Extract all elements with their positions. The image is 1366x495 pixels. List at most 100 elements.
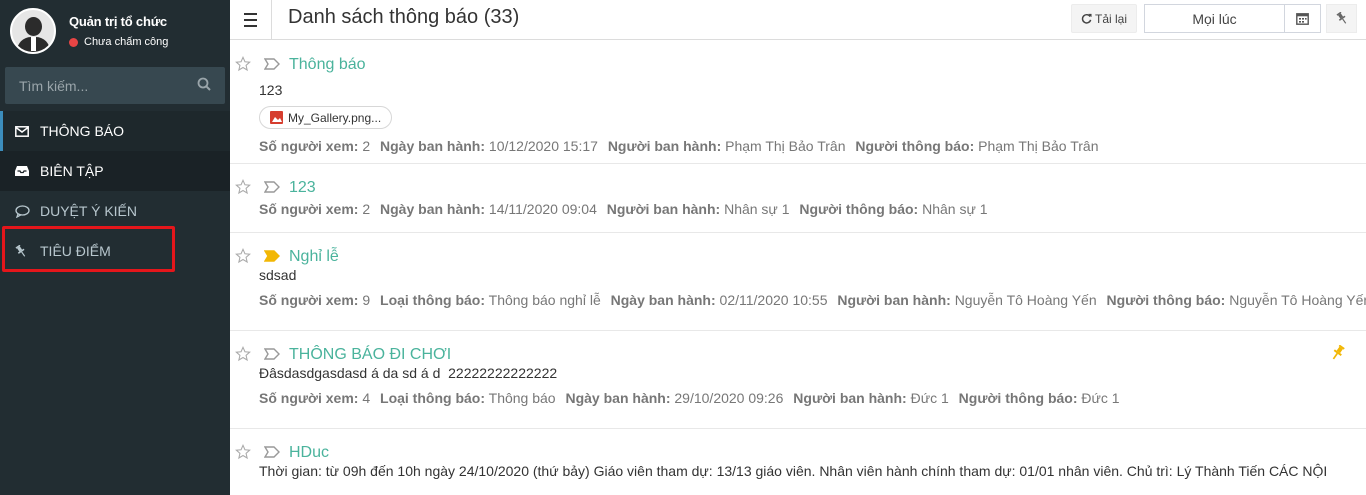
notice-title[interactable]: THÔNG BÁO ĐI CHƠI — [259, 331, 1366, 369]
menu-toggle-button[interactable] — [230, 0, 272, 39]
pinned-icon[interactable] — [1330, 344, 1346, 364]
meta-label: Số người xem: — [259, 292, 359, 308]
meta-label: Người thông báo: — [958, 390, 1078, 406]
notice-title[interactable]: HDuc — [259, 429, 1366, 467]
meta-label: Số người xem: — [259, 390, 359, 406]
meta-label: Số người xem: — [259, 201, 359, 217]
tag-icon[interactable] — [263, 57, 280, 73]
meta-label: Người ban hành: — [793, 390, 907, 406]
meta-notifier: Phạm Thị Bảo Trân — [978, 138, 1099, 154]
sidebar: Quản trị tổ chức Chưa chấm công THÔNG BÁ… — [0, 0, 230, 495]
meta-viewers: 2 — [362, 201, 371, 217]
notice-item[interactable]: 123 Số người xem: 2 Ngày ban hành: 14/11… — [230, 164, 1366, 233]
notice-body: 123 — [259, 82, 283, 98]
profile-status: Chưa chấm công — [69, 36, 168, 48]
meta-label: Người ban hành: — [607, 138, 722, 154]
calendar-icon — [1296, 13, 1309, 25]
reload-button[interactable]: Tải lại — [1071, 4, 1137, 33]
image-file-icon — [270, 111, 283, 124]
tag-icon[interactable] — [263, 180, 280, 196]
inbox-icon — [15, 165, 31, 177]
meta-notifier: Nhân sự 1 — [922, 201, 988, 217]
attachment-name: My_Gallery.png... — [288, 110, 382, 125]
meta-label: Ngày ban hành: — [565, 390, 671, 406]
notice-item[interactable]: Nghỉ lễ sdsad Số người xem: 9 Loại thông… — [230, 233, 1366, 331]
sidebar-item-thong-bao[interactable]: THÔNG BÁO — [0, 111, 230, 151]
notice-body: sdsad — [259, 267, 297, 283]
attachment-chip[interactable]: My_Gallery.png... — [259, 106, 393, 129]
meta-date: 29/10/2020 09:26 — [674, 390, 784, 406]
notice-title[interactable]: Thông báo — [259, 41, 1366, 79]
sidebar-item-label: DUYỆT Ý KIẾN — [40, 203, 137, 219]
search-input[interactable] — [19, 77, 179, 94]
star-icon[interactable] — [235, 56, 251, 75]
meta-label: Người thông báo: — [1106, 292, 1226, 308]
meta-label: Người ban hành: — [837, 292, 951, 308]
tag-icon[interactable] — [263, 249, 280, 265]
pin-button[interactable] — [1326, 4, 1357, 33]
sidebar-item-bien-tap[interactable]: BIÊN TẬP — [0, 151, 230, 191]
meta-viewers: 9 — [362, 292, 371, 308]
meta-label: Loại thông báo: — [380, 292, 485, 308]
search-box — [5, 67, 225, 104]
highlight-box — [2, 226, 175, 272]
calendar-button[interactable] — [1285, 4, 1321, 33]
meta-date: 02/11/2020 10:55 — [719, 292, 828, 308]
meta-label: Loại thông báo: — [380, 390, 485, 406]
star-icon[interactable] — [235, 444, 251, 463]
notice-list: Thông báo 123 My_Gallery.png... Số người… — [230, 41, 1366, 495]
avatar[interactable] — [10, 8, 56, 54]
meta-notifier: Nguyễn Tô Hoàng Yến — [1229, 292, 1366, 308]
notice-meta: Số người xem: 9 Loại thông báo: Thông bá… — [259, 292, 1366, 320]
tag-icon[interactable] — [263, 347, 280, 363]
refresh-icon — [1081, 13, 1092, 24]
notice-item[interactable]: THÔNG BÁO ĐI CHƠI Đâsdasdgasdasd á da sd… — [230, 331, 1366, 429]
envelope-icon — [15, 125, 31, 137]
notice-item[interactable]: Thông báo 123 My_Gallery.png... Số người… — [230, 41, 1366, 164]
meta-label: Người thông báo: — [855, 138, 975, 154]
status-dot-icon — [69, 37, 78, 47]
star-icon[interactable] — [235, 179, 251, 198]
meta-date: 10/12/2020 15:17 — [488, 138, 598, 154]
sidebar-item-label: THÔNG BÁO — [40, 123, 125, 139]
meta-viewers: 2 — [362, 138, 371, 154]
header: Danh sách thông báo (33) Tải lại Mọi lúc — [230, 0, 1366, 40]
meta-notifier: Đức 1 — [1081, 390, 1120, 406]
profile-name: Quản trị tổ chức — [69, 14, 167, 29]
meta-label: Ngày ban hành: — [380, 138, 486, 154]
meta-label: Số người xem: — [259, 138, 359, 154]
notice-item[interactable]: HDuc Thời gian: từ 09h đến 10h ngày 24/1… — [230, 429, 1366, 495]
notice-body: Đâsdasdgasdasd á da sd á d 2222222222222… — [259, 365, 558, 381]
meta-label: Người thông báo: — [799, 201, 919, 217]
meta-issuer: Nhân sự 1 — [724, 201, 790, 217]
meta-viewers: 4 — [362, 390, 371, 406]
meta-date: 14/11/2020 09:04 — [488, 201, 597, 217]
notice-title[interactable]: 123 — [259, 164, 1366, 202]
star-icon[interactable] — [235, 346, 251, 365]
meta-issuer: Đức 1 — [910, 390, 949, 406]
notice-meta: Số người xem: 4 Loại thông báo: Thông bá… — [259, 390, 1366, 418]
notice-title[interactable]: Nghỉ lễ — [259, 233, 1366, 271]
sidebar-item-label: BIÊN TẬP — [40, 163, 104, 179]
reload-label: Tải lại — [1094, 11, 1127, 26]
meta-type: Thông báo nghỉ lễ — [488, 292, 601, 308]
user-profile: Quản trị tổ chức Chưa chấm công — [0, 0, 230, 62]
meta-issuer: Phạm Thị Bảo Trân — [725, 138, 846, 154]
notice-meta: Số người xem: 2 Ngày ban hành: 10/12/202… — [259, 138, 1366, 166]
date-range-field[interactable]: Mọi lúc — [1144, 4, 1285, 33]
comment-icon — [15, 204, 31, 218]
page-title: Danh sách thông báo (33) — [288, 6, 520, 28]
meta-label: Ngày ban hành: — [380, 201, 486, 217]
hamburger-icon — [244, 11, 257, 29]
meta-type: Thông báo — [488, 390, 556, 406]
meta-label: Ngày ban hành: — [610, 292, 716, 308]
notice-body: Thời gian: từ 09h đến 10h ngày 24/10/202… — [259, 463, 1328, 479]
date-range-value: Mọi lúc — [1192, 10, 1237, 27]
tag-icon[interactable] — [263, 445, 280, 461]
star-icon[interactable] — [235, 248, 251, 267]
profile-status-text: Chưa chấm công — [84, 36, 169, 48]
notice-meta: Số người xem: 2 Ngày ban hành: 14/11/202… — [259, 201, 1366, 229]
sidebar-item-duyet-y-kien[interactable]: DUYỆT Ý KIẾN — [0, 191, 230, 231]
meta-issuer: Nguyễn Tô Hoàng Yến — [954, 292, 1097, 308]
search-icon[interactable] — [197, 77, 211, 94]
